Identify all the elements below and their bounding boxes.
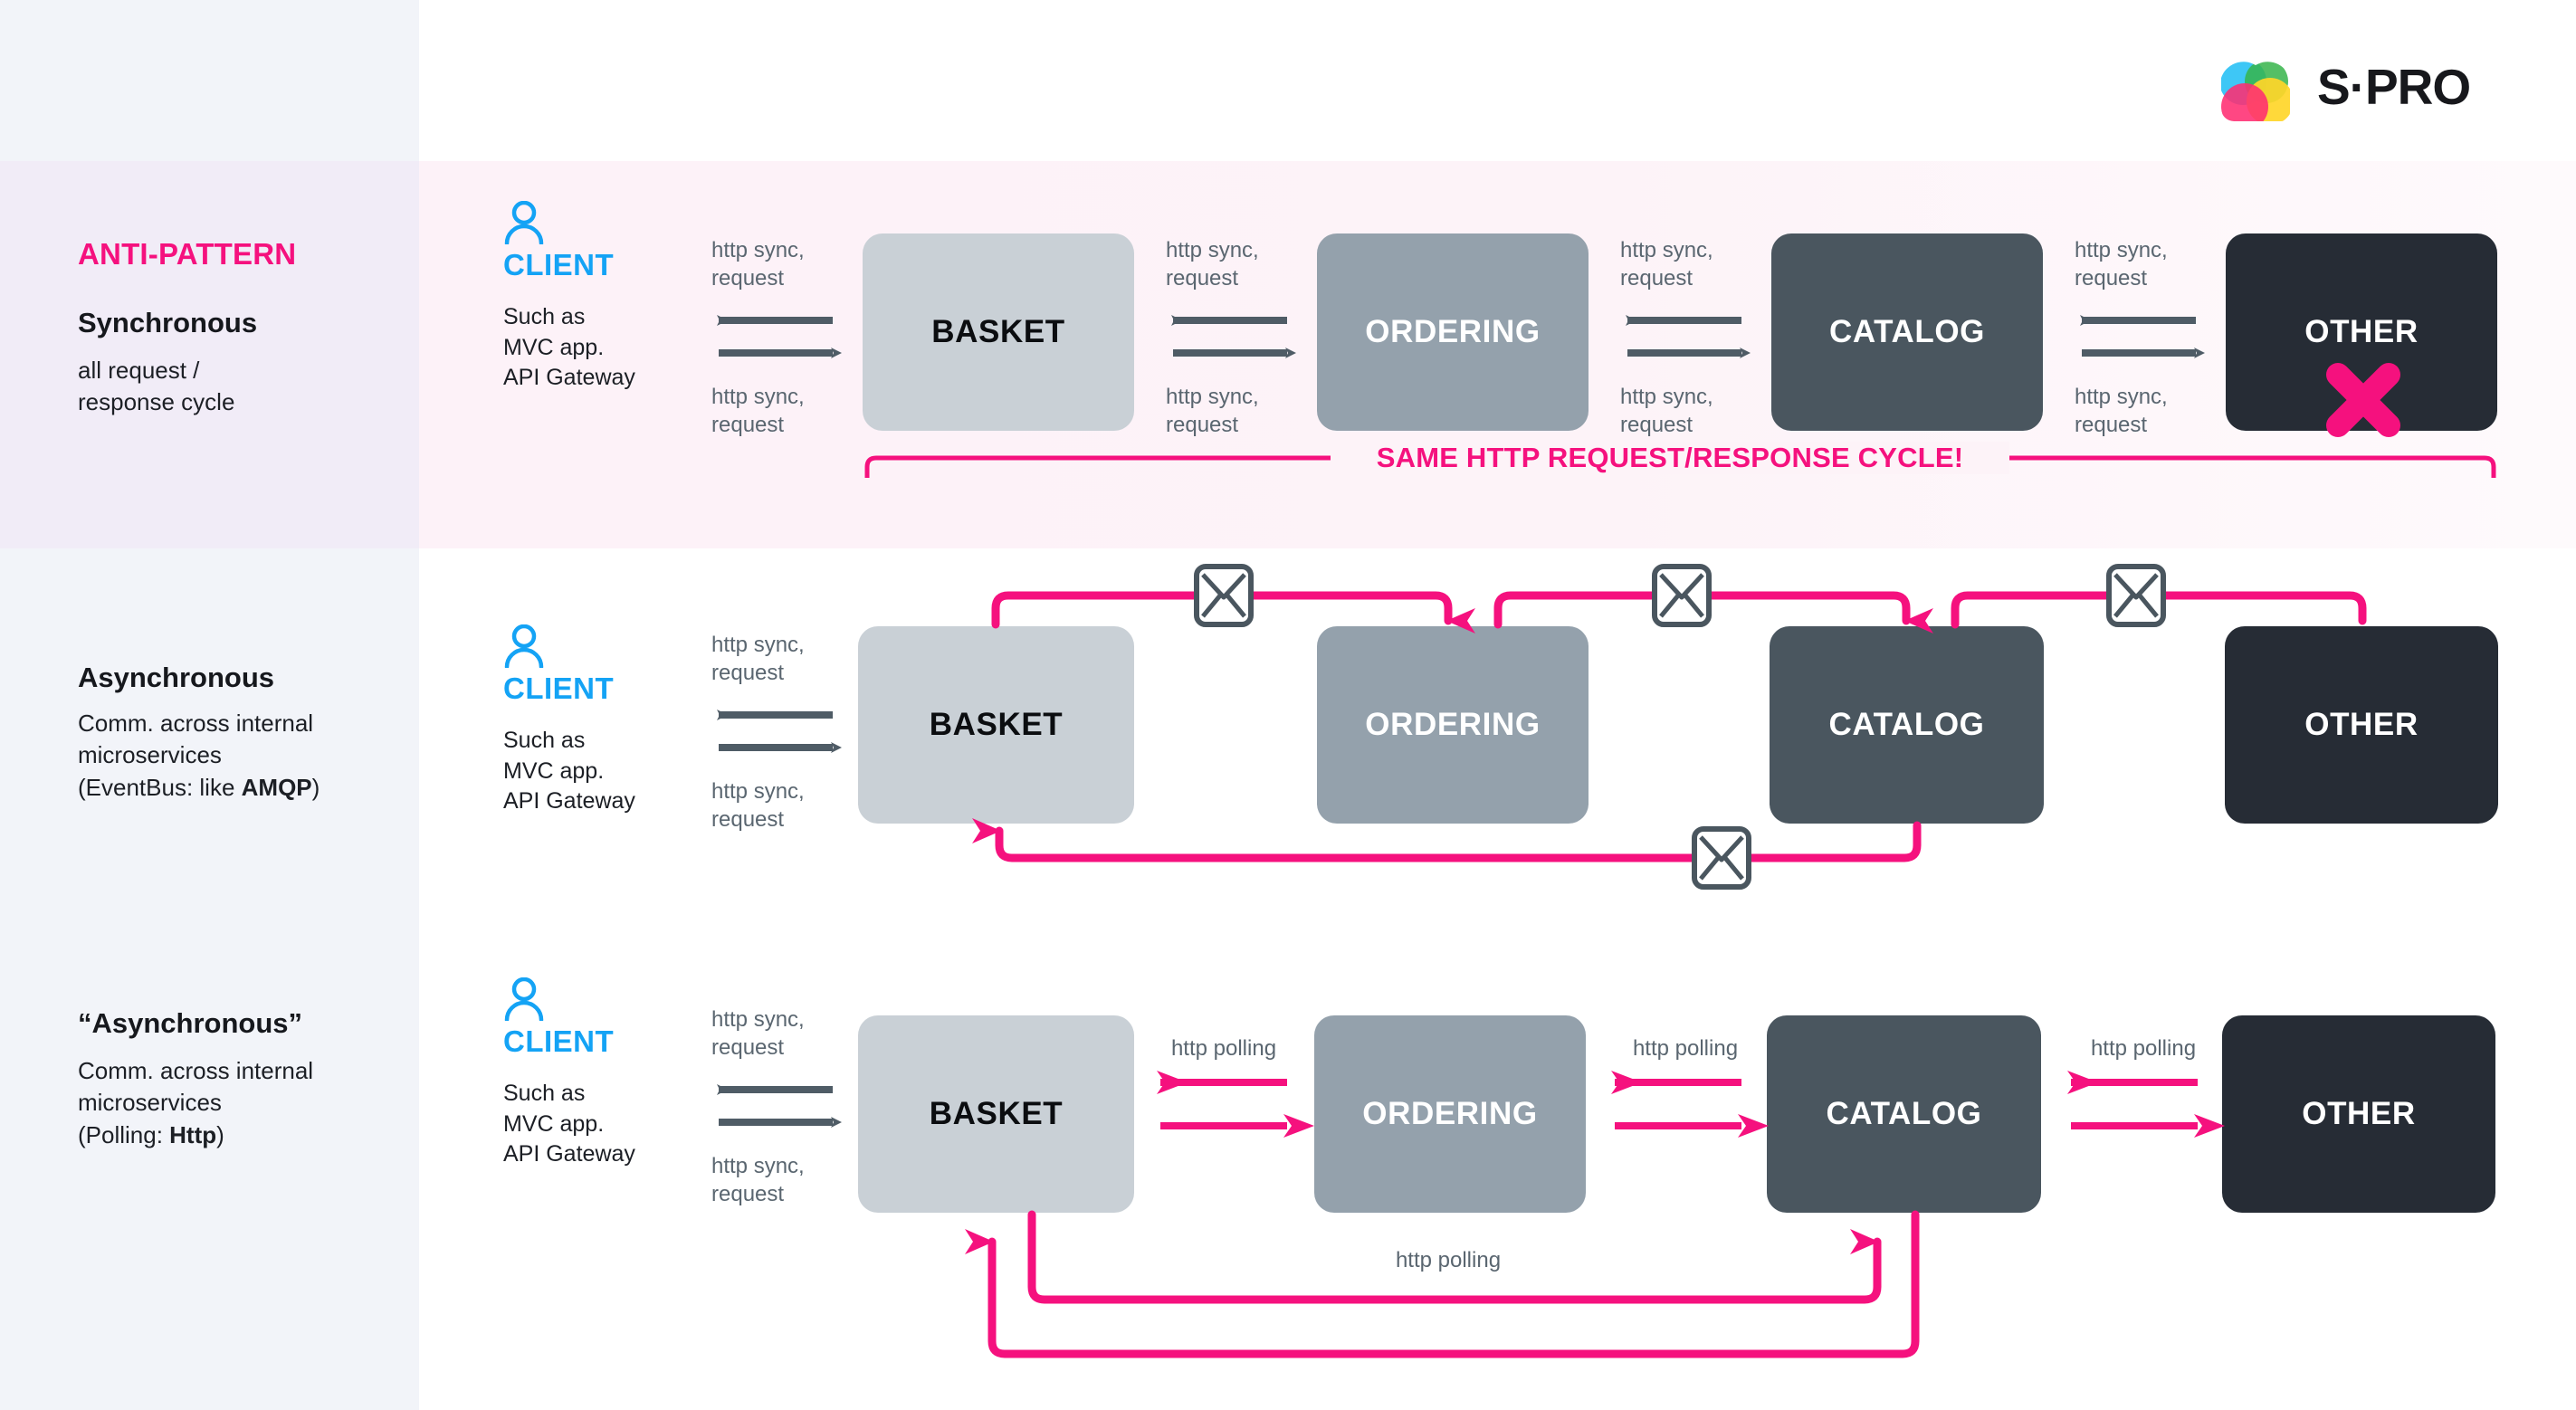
- row1-link3-bottom-label: http sync, request: [2075, 385, 2168, 437]
- row3-sidebar-title-block: “Asynchronous”: [78, 1006, 404, 1040]
- brand-name: S·PRO: [2317, 58, 2471, 115]
- row1-sidebar-subtitle-block: all request / response cycle: [78, 355, 404, 419]
- row1-link2-top-label: http sync, request: [1620, 238, 1713, 291]
- row3-service-catalog[interactable]: CATALOG: [1767, 1015, 2041, 1213]
- row2-client: CLIENT Such as MVC app. API Gateway: [503, 624, 730, 817]
- row1-bracket-caption: SAME HTTP REQUEST/RESPONSE CYCLE!: [1331, 442, 2009, 474]
- row3-title: “Asynchronous”: [78, 1007, 303, 1039]
- row3-service-basket[interactable]: BASKET: [858, 1015, 1134, 1213]
- envelope-icon: [1652, 564, 1712, 627]
- row1-service-basket[interactable]: BASKET: [863, 233, 1134, 431]
- row1-sidebar-kicker-block: ANTI-PATTERN: [78, 237, 404, 272]
- row3-subtitle: Comm. across internal microservices (Pol…: [78, 1057, 314, 1148]
- envelope-icon: [1194, 564, 1254, 627]
- user-icon: [504, 624, 544, 668]
- row2-sidebar-title-block: Asynchronous: [78, 661, 404, 694]
- user-icon: [504, 201, 544, 244]
- row3-sidebar-subtitle-block: Comm. across internal microservices (Pol…: [78, 1055, 404, 1151]
- row2-sync-arrows: [717, 710, 842, 753]
- row3-link0-bottom-label: http sync, request: [711, 1154, 805, 1206]
- row2-client-desc: Such as MVC app. API Gateway: [503, 728, 635, 814]
- row3-polling-label-3: http polling: [2090, 1036, 2197, 1061]
- row1-link1-top-label: http sync, request: [1166, 238, 1259, 291]
- row2-service-ordering[interactable]: ORDERING: [1317, 626, 1589, 824]
- row2-client-name: CLIENT: [503, 672, 615, 705]
- row1-title: Synchronous: [78, 307, 258, 338]
- envelope-icon: [2106, 564, 2166, 627]
- row2-subtitle: Comm. across internal microservices (Eve…: [78, 710, 320, 801]
- sidebar-background-top: [0, 0, 419, 161]
- row1-client: CLIENT Such as MVC app. API Gateway: [503, 201, 730, 394]
- row2-eventbus-routes: [972, 591, 2367, 862]
- row3-polling-loops: [965, 1210, 1920, 1358]
- diagram-canvas: S·PRO ANTI-PATTERN Synchronous all reque…: [0, 0, 2576, 1410]
- row1-link2-bottom-label: http sync, request: [1620, 385, 1713, 437]
- row1-service-catalog[interactable]: CATALOG: [1771, 233, 2043, 431]
- row1-service-other[interactable]: OTHER: [2226, 233, 2497, 431]
- row2-service-catalog[interactable]: CATALOG: [1770, 626, 2044, 824]
- row1-client-desc: Such as MVC app. API Gateway: [503, 304, 635, 390]
- row2-service-basket[interactable]: BASKET: [858, 626, 1134, 824]
- row3-polling-label-2: http polling: [1632, 1036, 1739, 1061]
- row3-service-other[interactable]: OTHER: [2222, 1015, 2495, 1213]
- envelope-icon: [1692, 826, 1751, 890]
- row3-client-desc: Such as MVC app. API Gateway: [503, 1081, 635, 1167]
- brand-logo: S·PRO: [2214, 45, 2471, 129]
- row1-link1-bottom-label: http sync, request: [1166, 385, 1259, 437]
- row1-link0-bottom-label: http sync, request: [711, 385, 805, 437]
- row3-client: CLIENT Such as MVC app. API Gateway: [503, 977, 730, 1170]
- row1-subtitle: all request / response cycle: [78, 357, 235, 416]
- row2-link0-top-label: http sync, request: [711, 633, 805, 685]
- row3-polling-label-1: http polling: [1170, 1036, 1277, 1061]
- row3-service-ordering[interactable]: ORDERING: [1314, 1015, 1586, 1213]
- user-icon: [504, 977, 544, 1021]
- row1-link3-top-label: http sync, request: [2075, 238, 2168, 291]
- row1-client-name: CLIENT: [503, 248, 615, 281]
- row1-kicker: ANTI-PATTERN: [78, 237, 297, 271]
- row2-sidebar-subtitle-block: Comm. across internal microservices (Eve…: [78, 708, 404, 804]
- row2-title: Asynchronous: [78, 662, 275, 693]
- row1-link0-top-label: http sync, request: [711, 238, 805, 291]
- row2-link0-bottom-label: http sync, request: [711, 779, 805, 832]
- row1-sidebar-title-block: Synchronous: [78, 306, 404, 339]
- spro-heart-logo-icon: [2214, 45, 2297, 129]
- row3-sync-arrows: [717, 1084, 842, 1128]
- row3-client-name: CLIENT: [503, 1024, 615, 1058]
- row1-service-ordering[interactable]: ORDERING: [1317, 233, 1589, 431]
- row2-service-other[interactable]: OTHER: [2225, 626, 2498, 824]
- row3-polling-loop-label: http polling: [1395, 1248, 1502, 1272]
- row3-link0-top-label: http sync, request: [711, 1007, 805, 1060]
